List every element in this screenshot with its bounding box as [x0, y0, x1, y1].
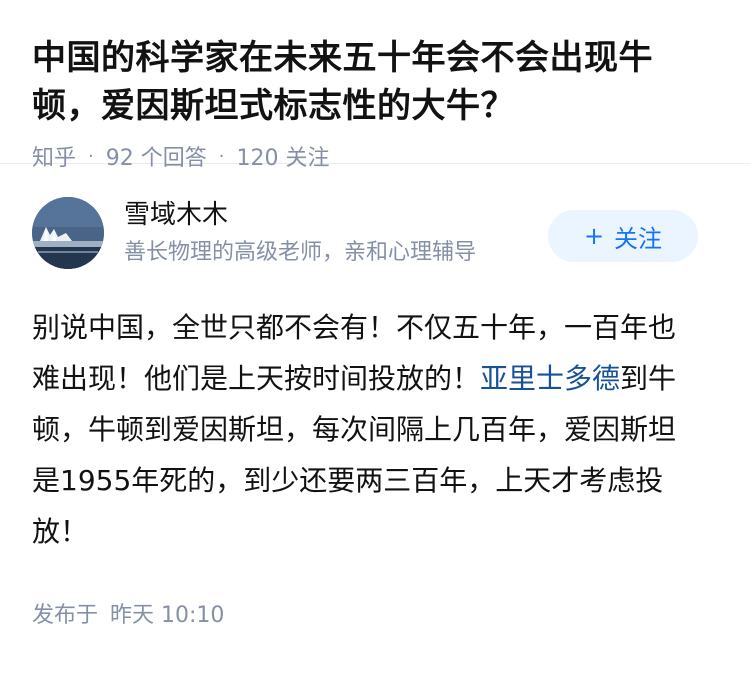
- answer-content: 别说中国，全世只都不会有！不仅五十年，一百年也难出现！他们是上天按时间投放的！亚…: [32, 302, 702, 557]
- author-row: 雪域木木 善长物理的高级老师，亲和心理辅导 + 关注: [32, 164, 718, 302]
- follow-label: 关注: [614, 224, 663, 253]
- avatar-image: [32, 197, 104, 269]
- content-link-aristotle[interactable]: 亚里士多德: [480, 362, 620, 395]
- question-title[interactable]: 中国的科学家在未来五十年会不会出现牛顿，爱因斯坦式标志性的大牛？: [32, 34, 718, 130]
- publish-label: 发布于: [32, 603, 99, 628]
- plus-icon: +: [583, 222, 605, 250]
- follow-button[interactable]: + 关注: [548, 210, 698, 262]
- author-bio: 善长物理的高级老师，亲和心理辅导: [124, 240, 477, 265]
- publish-info: 发布于 昨天 10:10: [32, 597, 718, 629]
- publish-time: 昨天 10:10: [110, 603, 225, 628]
- avatar-photo-icon[interactable]: [32, 197, 104, 269]
- answer-card: 雪域木木 善长物理的高级老师，亲和心理辅导 + 关注 别说中国，全世只都不会有！…: [0, 164, 750, 629]
- question-header: 中国的科学家在未来五十年会不会出现牛顿，爱因斯坦式标志性的大牛？ 知乎 · 92…: [0, 0, 750, 171]
